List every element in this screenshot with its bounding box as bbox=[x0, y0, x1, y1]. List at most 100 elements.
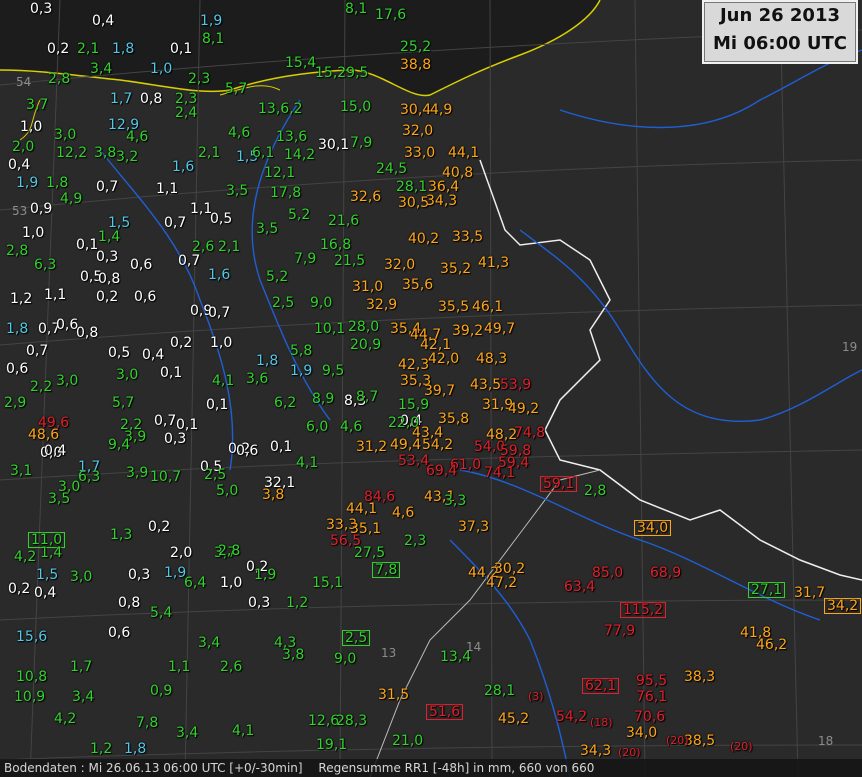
station-value: 3,9 bbox=[126, 465, 149, 481]
station-value: 0,2 bbox=[47, 41, 70, 57]
graticule-label: 13 bbox=[381, 646, 397, 660]
station-value: 40,8 bbox=[442, 165, 474, 181]
station-value: 2,8 bbox=[48, 71, 71, 87]
station-value: 0,4 bbox=[92, 13, 115, 29]
station-value: 85,0 bbox=[592, 565, 624, 581]
station-value: 54,2 bbox=[556, 709, 588, 725]
station-value: 2,3 bbox=[188, 71, 211, 87]
station-value: 9,5 bbox=[322, 363, 345, 379]
station-value: 17,8 bbox=[270, 185, 302, 201]
station-value: (20) bbox=[666, 734, 689, 747]
station-value: 43,5 bbox=[470, 377, 502, 393]
station-value: 3,4 bbox=[90, 61, 113, 77]
station-value: 4,6 bbox=[340, 419, 363, 435]
station-value: 1,2 bbox=[90, 741, 113, 757]
station-value: 7,9 bbox=[294, 251, 317, 267]
station-value: 31,2 bbox=[356, 439, 388, 455]
station-value: 0,7 bbox=[164, 215, 187, 231]
station-value: 0,1 bbox=[160, 365, 183, 381]
station-value: 2,6 bbox=[220, 659, 243, 675]
station-value: (18) bbox=[590, 716, 613, 729]
station-value: 1,9 bbox=[254, 567, 277, 583]
station-value: 42,0 bbox=[428, 351, 460, 367]
station-value: 54,2 bbox=[422, 437, 454, 453]
station-value: 15,9 bbox=[398, 397, 430, 413]
station-value: 4,6 bbox=[228, 125, 251, 141]
station-value: 0,7 bbox=[154, 413, 177, 429]
station-value: 1,9 bbox=[200, 13, 223, 29]
station-value: 68,9 bbox=[650, 565, 682, 581]
station-value: 36,4 bbox=[428, 179, 460, 195]
station-value: 4,1 bbox=[212, 373, 235, 389]
station-value: 21,5 bbox=[334, 253, 366, 269]
station-value: 4,2 bbox=[14, 549, 37, 565]
station-value: 9,0 bbox=[310, 295, 333, 311]
station-value: 0,1 bbox=[170, 41, 193, 57]
station-value: 2,8 bbox=[6, 243, 29, 259]
station-value: 1,7 bbox=[70, 659, 93, 675]
station-value: 2,5 bbox=[272, 295, 295, 311]
data-source-label: Bodendaten : Mi 26.06.13 06:00 UTC [+0/-… bbox=[4, 761, 303, 775]
station-value: 1,1 bbox=[190, 201, 213, 217]
station-value: 0,9 bbox=[150, 683, 173, 699]
station-value: 3,4 bbox=[176, 725, 199, 741]
station-value: (3) bbox=[528, 690, 544, 703]
station-value: 95,5 bbox=[636, 673, 668, 689]
station-value: 1,8 bbox=[112, 41, 135, 57]
station-value: 74,1 bbox=[484, 465, 516, 481]
station-value: 2,2 bbox=[30, 379, 53, 395]
station-value: 62,1 bbox=[582, 678, 620, 694]
station-value: 34,3 bbox=[580, 743, 612, 759]
station-value: 3,5 bbox=[226, 183, 249, 199]
station-value: 3,8 bbox=[282, 647, 305, 663]
station-value: 9,0 bbox=[334, 651, 357, 667]
station-value: 33,0 bbox=[404, 145, 436, 161]
station-value: 69,4 bbox=[426, 463, 458, 479]
station-value: 39,2 bbox=[452, 323, 484, 339]
station-value: 6,3 bbox=[78, 469, 101, 485]
station-value: 1,9 bbox=[164, 565, 187, 581]
station-value: 0,3 bbox=[96, 249, 119, 265]
station-value: 6,3 bbox=[34, 257, 57, 273]
station-value: 2,5 bbox=[342, 630, 371, 646]
station-value: 0,8 bbox=[140, 91, 163, 107]
station-value: 0,6 bbox=[6, 361, 29, 377]
station-value: 27,5 bbox=[354, 545, 386, 561]
station-value: 6,0 bbox=[306, 419, 329, 435]
station-value: 47,2 bbox=[486, 575, 518, 591]
station-value: 15,0 bbox=[340, 99, 372, 115]
precipitation-map[interactable]: 0,3 0,4 1,9 8,1 17,6 0,2 2,1 1,8 0,1 8,1 25,2 3,4 1,… bbox=[0, 0, 862, 777]
station-value: 2,3 bbox=[404, 533, 427, 549]
station-value: 2,5 bbox=[204, 467, 227, 483]
station-value: 0,1 bbox=[176, 417, 199, 433]
station-value: 1,1 bbox=[168, 659, 191, 675]
station-value: 12,6 bbox=[308, 713, 340, 729]
station-value: 0,2 bbox=[96, 289, 119, 305]
station-value: 1,4 bbox=[98, 229, 121, 245]
station-value: 1,5 bbox=[108, 215, 131, 231]
station-value: 1,9 bbox=[16, 175, 39, 191]
station-value: 0,3 bbox=[128, 567, 151, 583]
station-value: 32,6 bbox=[350, 189, 382, 205]
station-value: 42,1 bbox=[420, 337, 452, 353]
station-value: 49,4 bbox=[390, 437, 422, 453]
station-value: 3,5 bbox=[48, 491, 71, 507]
station-value: 1,9 bbox=[290, 363, 313, 379]
station-value: 24,5 bbox=[376, 161, 408, 177]
station-value: 30,5 bbox=[398, 195, 430, 211]
station-value: 30,1 bbox=[318, 137, 350, 153]
station-value: 46,2 bbox=[756, 637, 788, 653]
station-value: 10,9 bbox=[14, 689, 46, 705]
station-value: 0,5 bbox=[108, 345, 131, 361]
graticule-label: 54 bbox=[16, 75, 32, 89]
station-value: 115,2 bbox=[620, 602, 667, 618]
station-value: 17,6 bbox=[375, 7, 407, 23]
station-value: 0,7 bbox=[178, 253, 201, 269]
station-value: 38,8 bbox=[400, 57, 432, 73]
date-label: Jun 26 2013 bbox=[719, 5, 840, 26]
station-value: 1,5 bbox=[36, 567, 59, 583]
station-value: 0,3 bbox=[30, 1, 53, 17]
station-value: 1,0 bbox=[150, 61, 173, 77]
station-value: 16,8 bbox=[320, 237, 352, 253]
station-value: 1,8 bbox=[6, 321, 29, 337]
